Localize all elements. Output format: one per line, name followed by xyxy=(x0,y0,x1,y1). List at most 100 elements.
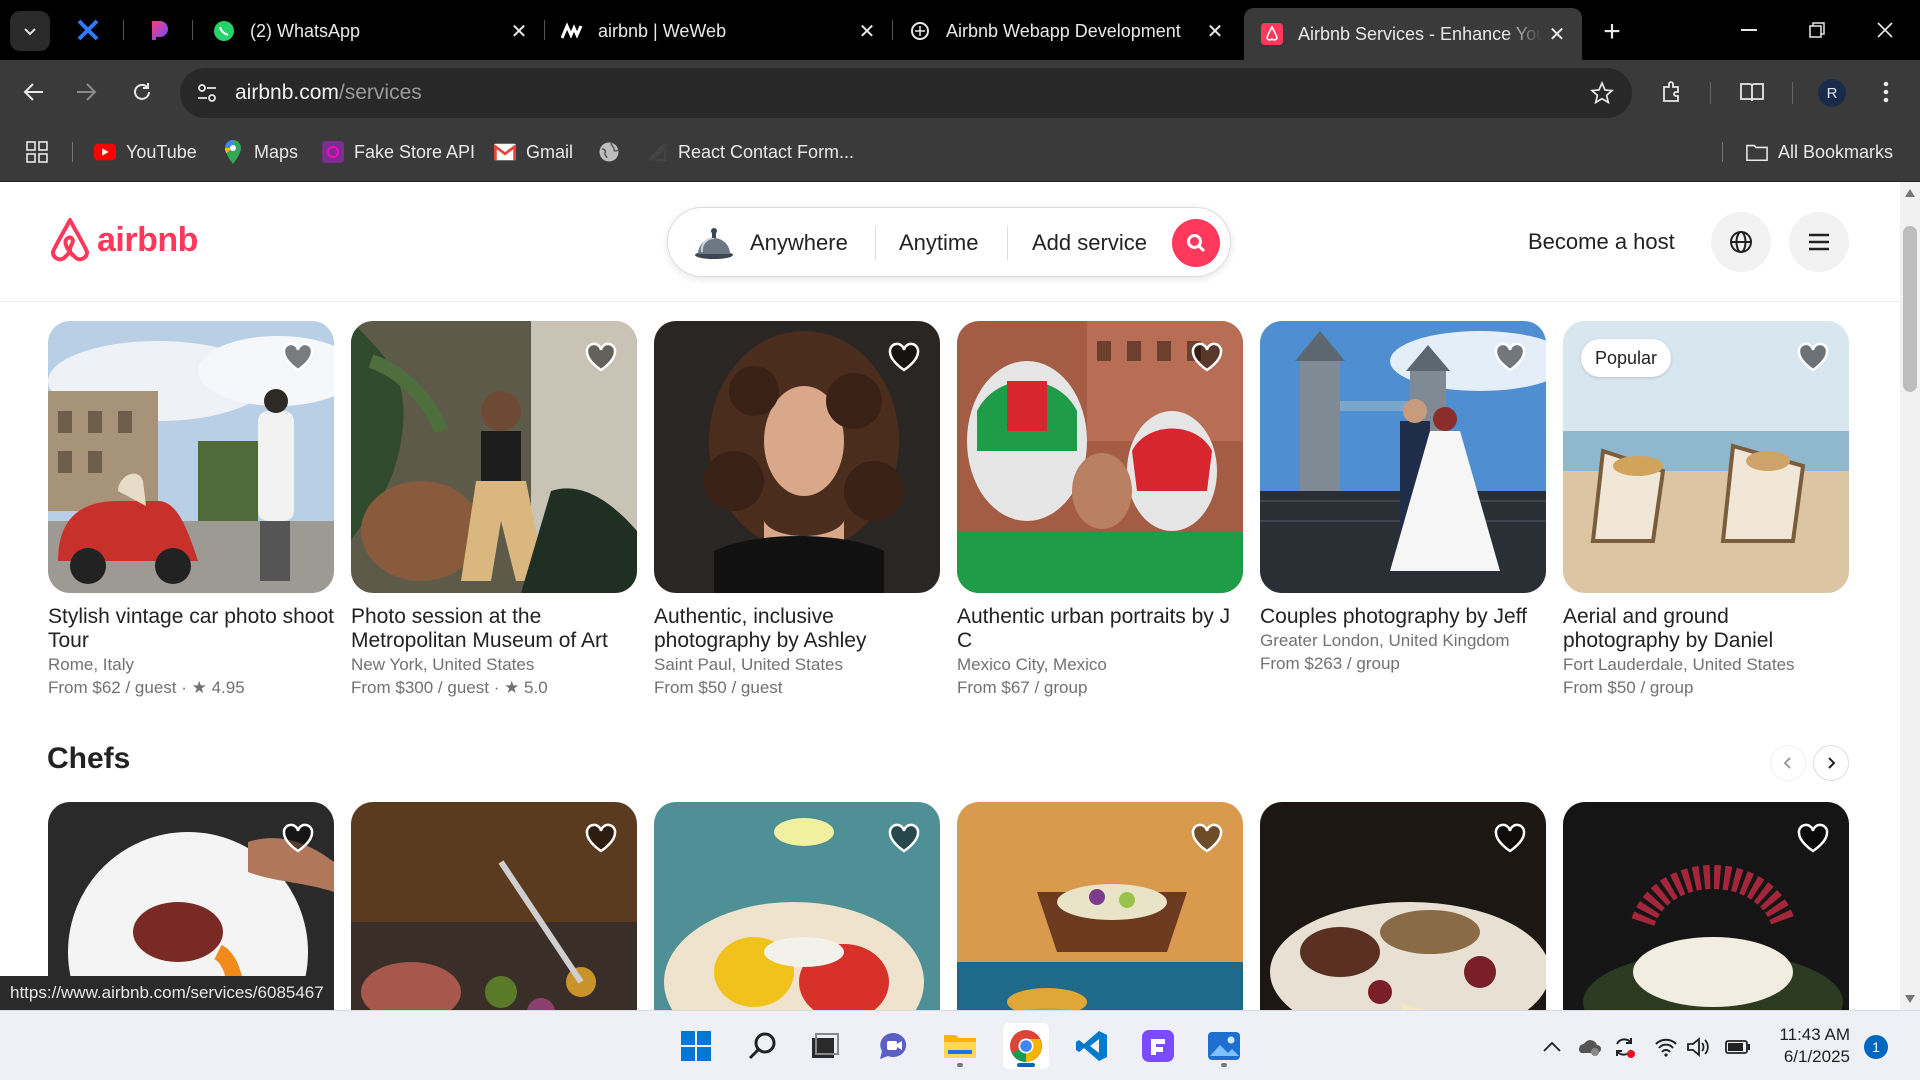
minimize-button[interactable] xyxy=(1724,10,1774,50)
card-photo[interactable] xyxy=(1260,321,1546,593)
card-title[interactable]: Authentic, inclusive photography by Ashl… xyxy=(654,605,940,653)
carousel-next-button[interactable] xyxy=(1813,745,1849,781)
site-info-icon[interactable] xyxy=(194,80,220,106)
close-window-button[interactable] xyxy=(1860,10,1910,50)
all-bookmarks[interactable]: All Bookmarks xyxy=(1746,138,1893,166)
close-tab-icon[interactable]: ✕ xyxy=(504,16,534,46)
pinned-tab-app[interactable] xyxy=(143,14,175,46)
bookmark-youtube[interactable]: YouTube xyxy=(94,138,197,166)
heart-icon[interactable] xyxy=(1795,339,1831,375)
tab-airbnb-services[interactable]: Airbnb Services - Enhance Your ✕ xyxy=(1244,8,1582,60)
service-card[interactable]: Popular Aerial and ground photography by… xyxy=(1563,321,1849,699)
bookmark-maps[interactable]: Maps xyxy=(222,138,298,166)
heart-icon[interactable] xyxy=(1795,820,1831,856)
scroll-up-icon[interactable] xyxy=(1903,186,1917,200)
heart-icon[interactable] xyxy=(280,339,316,375)
onedrive-icon[interactable] xyxy=(1574,1033,1602,1061)
task-view[interactable] xyxy=(802,1023,848,1069)
carousel-prev-button[interactable] xyxy=(1770,745,1806,781)
service-card[interactable]: Photo session at the Metropolitan Museum… xyxy=(351,321,637,699)
apps-grid-button[interactable] xyxy=(26,138,48,166)
chef-card[interactable] xyxy=(351,802,637,1010)
taskbar-teams-chat[interactable] xyxy=(870,1023,916,1069)
heart-icon[interactable] xyxy=(886,339,922,375)
chef-card[interactable] xyxy=(957,802,1243,1010)
bookmark-globe[interactable] xyxy=(598,138,630,166)
card-title[interactable]: Authentic urban portraits by J C xyxy=(957,605,1243,653)
close-tab-icon[interactable]: ✕ xyxy=(1200,16,1230,46)
profile-avatar[interactable]: R xyxy=(1818,79,1846,107)
tab-whatsapp[interactable]: (2) WhatsApp ✕ xyxy=(196,8,544,54)
new-tab-button[interactable]: + xyxy=(1594,14,1630,50)
card-photo[interactable]: Popular xyxy=(1563,321,1849,593)
wifi-icon[interactable] xyxy=(1652,1033,1680,1061)
start-button[interactable] xyxy=(673,1023,719,1069)
forward-button[interactable] xyxy=(68,74,104,110)
card-photo[interactable] xyxy=(654,321,940,593)
card-title[interactable]: Aerial and ground photography by Daniel xyxy=(1563,605,1849,653)
service-card[interactable]: Authentic urban portraits by J C Mexico … xyxy=(957,321,1243,699)
taskbar-photos[interactable] xyxy=(1201,1023,1247,1069)
close-tab-icon[interactable]: ✕ xyxy=(1542,19,1572,49)
taskbar-chrome[interactable] xyxy=(1003,1023,1049,1069)
search-when[interactable]: Anytime xyxy=(899,230,978,256)
heart-icon[interactable] xyxy=(583,820,619,856)
language-button[interactable] xyxy=(1711,212,1771,272)
card-photo[interactable] xyxy=(351,802,637,1010)
card-photo[interactable] xyxy=(1260,802,1546,1010)
scrollbar-thumb[interactable] xyxy=(1903,226,1917,392)
battery-icon[interactable] xyxy=(1724,1033,1752,1061)
reading-list-icon[interactable] xyxy=(1734,74,1770,110)
card-photo[interactable] xyxy=(957,802,1243,1010)
bookmark-fake-store-api[interactable]: Fake Store API xyxy=(322,138,475,166)
tray-overflow-icon[interactable] xyxy=(1538,1033,1566,1061)
scroll-down-icon[interactable] xyxy=(1903,992,1917,1006)
bookmark-react-contact-form[interactable]: React Contact Form... xyxy=(646,138,854,166)
notification-badge[interactable]: 1 xyxy=(1864,1035,1888,1059)
extensions-icon[interactable] xyxy=(1654,74,1690,110)
heart-icon[interactable] xyxy=(1189,820,1225,856)
system-clock[interactable]: 11:43 AM 6/1/2025 xyxy=(1776,1024,1850,1068)
tab-weweb[interactable]: airbnb | WeWeb ✕ xyxy=(544,8,892,54)
bookmark-star-icon[interactable] xyxy=(1588,79,1616,107)
search-bar[interactable]: Anywhere Anytime Add service xyxy=(667,207,1231,277)
service-card[interactable]: Authentic, inclusive photography by Ashl… xyxy=(654,321,940,699)
heart-icon[interactable] xyxy=(280,820,316,856)
search-service[interactable]: Add service xyxy=(1032,230,1147,256)
service-card[interactable]: Stylish vintage car photo shoot Tour Rom… xyxy=(48,321,334,699)
heart-icon[interactable] xyxy=(583,339,619,375)
volume-icon[interactable] xyxy=(1684,1033,1712,1061)
close-tab-icon[interactable]: ✕ xyxy=(852,16,882,46)
taskbar-search[interactable] xyxy=(740,1023,786,1069)
card-title[interactable]: Couples photography by Jeff xyxy=(1260,605,1546,629)
heart-icon[interactable] xyxy=(886,820,922,856)
become-host-link[interactable]: Become a host xyxy=(1528,229,1675,255)
sync-icon[interactable] xyxy=(1610,1033,1638,1061)
search-button[interactable] xyxy=(1172,219,1220,267)
heart-icon[interactable] xyxy=(1189,339,1225,375)
tab-chatgpt[interactable]: Airbnb Webapp Development ✕ xyxy=(892,8,1240,54)
taskbar-file-explorer[interactable] xyxy=(937,1023,983,1069)
card-photo[interactable] xyxy=(351,321,637,593)
address-bar[interactable]: airbnb.com/services xyxy=(180,68,1632,118)
restore-button[interactable] xyxy=(1792,10,1842,50)
card-photo[interactable] xyxy=(654,802,940,1010)
taskbar-vscode[interactable] xyxy=(1069,1023,1115,1069)
chef-card[interactable] xyxy=(1260,802,1546,1010)
main-menu-button[interactable] xyxy=(1789,212,1849,272)
card-photo[interactable] xyxy=(957,321,1243,593)
taskbar-figma-app[interactable] xyxy=(1135,1023,1181,1069)
reload-button[interactable] xyxy=(124,74,160,110)
service-card[interactable]: Couples photography by Jeff Greater Lond… xyxy=(1260,321,1546,675)
tab-search-button[interactable] xyxy=(10,11,50,51)
chef-card[interactable] xyxy=(654,802,940,1010)
card-photo[interactable] xyxy=(48,321,334,593)
card-title[interactable]: Stylish vintage car photo shoot Tour xyxy=(48,605,334,653)
back-button[interactable] xyxy=(16,74,52,110)
more-menu-icon[interactable] xyxy=(1868,74,1904,110)
pinned-tab-x[interactable] xyxy=(72,14,104,46)
card-title[interactable]: Photo session at the Metropolitan Museum… xyxy=(351,605,637,653)
search-where[interactable]: Anywhere xyxy=(750,230,848,256)
heart-icon[interactable] xyxy=(1492,820,1528,856)
chef-card[interactable] xyxy=(1563,802,1849,1010)
